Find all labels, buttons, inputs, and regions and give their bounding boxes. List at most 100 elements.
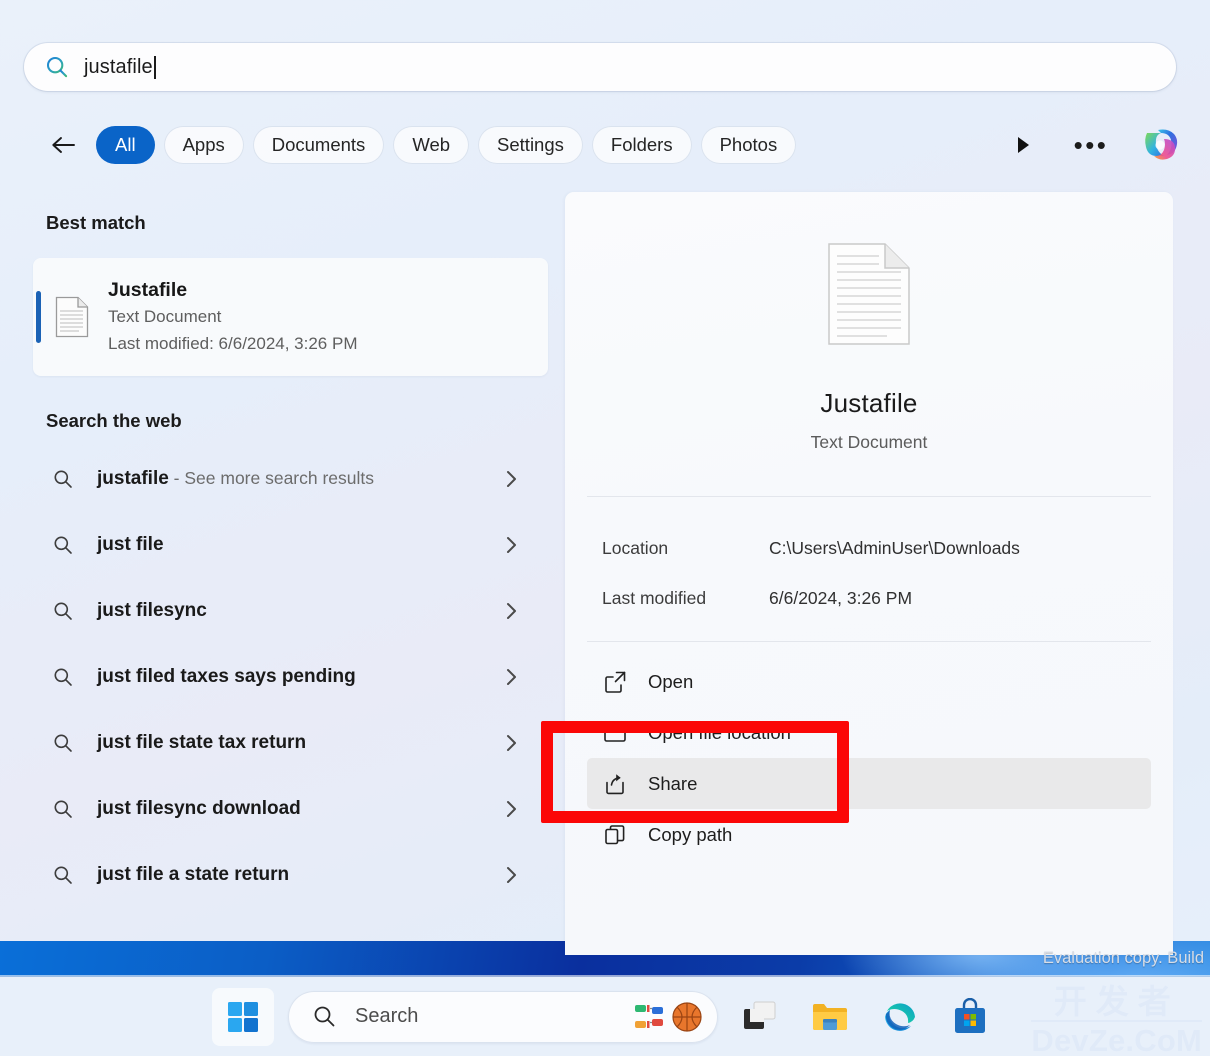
web-suggestion-label: just filed taxes says pending [97,666,356,687]
search-icon [46,56,68,78]
metadata-row-last-modified: Last modified 6/6/2024, 3:26 PM [565,573,1173,623]
metadata-value: 6/6/2024, 3:26 PM [769,587,913,608]
taskbar-search-placeholder: Search [355,1005,419,1027]
chevron-right-icon [507,603,516,619]
tab-label: Folders [610,134,673,155]
metadata-key: Location [602,537,669,558]
preview-icon-container [565,192,1173,346]
web-suggestion-label: justafile - See more search results [97,468,374,490]
basketball-icon [672,1001,702,1032]
search-box[interactable]: justafile [24,43,1176,91]
copilot-button[interactable] [1134,119,1186,171]
web-suggestion-label: just file state tax return [97,732,307,753]
action-open-file-location[interactable]: Open file location [587,707,1151,758]
microsoft-store-icon [955,997,985,1033]
tab-apps[interactable]: Apps [163,126,244,164]
list-item[interactable]: just file a state return [0,842,565,908]
preview-pane: Justafile Text Document Location C:\User… [565,192,1173,955]
best-match-modified: Last modified: 6/6/2024, 3:26 PM [108,334,358,354]
chevron-right-icon [507,735,516,751]
action-label: Copy path [648,823,733,845]
chevron-right-icon [507,537,516,553]
windows-start-icon [228,1001,258,1032]
tab-all[interactable]: All [96,126,155,164]
folder-icon [604,725,626,742]
evaluation-copy-watermark: Evaluation copy. Build [1042,949,1204,967]
chevron-right-icon [507,471,516,487]
chevron-right-icon [507,669,516,685]
file-explorer-icon [813,1003,847,1030]
share-icon [606,773,624,794]
microsoft-edge-icon [885,1002,915,1031]
tab-folders[interactable]: Folders [591,126,692,164]
list-item[interactable]: just file state tax return [0,710,565,776]
web-suggestion-label: just file [97,534,164,555]
filter-tabbar: All Apps Documents Web Settings Folders … [46,121,1186,169]
search-icon [54,668,72,686]
action-label: Open [648,670,694,692]
list-item[interactable]: just filesync download [0,776,565,842]
web-suggestion-label: just file a state return [97,864,290,885]
list-item[interactable]: just filesync [0,578,565,644]
search-icon [54,800,72,818]
text-document-icon [828,243,910,345]
tab-web[interactable]: Web [393,126,470,164]
copy-icon [605,824,625,844]
best-match-result[interactable]: Justafile Text Document Last modified: 6… [33,258,548,376]
preview-actions: Open Open file location Share Copy path [565,642,1173,860]
web-suggestion-suffix: - See more search results [168,468,375,488]
list-item[interactable]: just file [0,512,565,578]
preview-file-type: Text Document [810,432,928,452]
web-suggestion-query: justafile [97,468,169,489]
search-icon [54,734,72,752]
search-icon [54,602,72,620]
best-match-text: Justafile Text Document Last modified: 6… [108,276,358,358]
chevron-right-icon [507,801,516,817]
tab-label: Photos [719,134,778,155]
action-share[interactable]: Share [587,758,1151,809]
play-arrow-icon [1018,137,1029,153]
back-arrow-icon [52,137,75,153]
action-open[interactable]: Open [587,656,1151,707]
tab-label: Web [412,134,451,155]
web-suggestion-label: just filesync [97,600,207,621]
tab-photos[interactable]: Photos [700,126,797,164]
back-button[interactable] [46,127,82,163]
best-match-name: Justafile [108,279,188,301]
results-column: Best match Justafile Text Document Last … [0,190,565,940]
taskbar: Search [0,977,1210,1056]
best-match-heading: Best match [46,212,146,233]
list-item[interactable]: just filed taxes says pending [0,644,565,710]
tab-settings[interactable]: Settings [478,126,583,164]
preview-file-name: Justafile [820,388,918,418]
taskbar-item-file-explorer[interactable] [802,989,858,1045]
taskbar-item-task-view[interactable] [732,989,788,1045]
search-icon [314,1006,335,1027]
tab-documents[interactable]: Documents [252,126,385,164]
best-match-type: Text Document [108,307,222,327]
next-tabs-button[interactable] [1006,128,1040,162]
text-document-icon [55,296,89,338]
selection-indicator [36,291,41,343]
list-item[interactable]: justafile - See more search results [0,446,565,512]
search-the-web-heading: Search the web [46,410,182,431]
start-button[interactable] [212,987,274,1046]
taskbar-widgets[interactable] [634,1000,704,1034]
preview-metadata: Location C:\Users\AdminUser\Downloads La… [565,497,1173,623]
search-input-value[interactable]: justafile [84,55,156,79]
more-options-button[interactable]: ••• [1071,128,1111,162]
open-external-icon [605,671,626,693]
text-caret [153,55,156,79]
tab-label: Settings [497,134,564,155]
taskbar-item-microsoft-store[interactable] [942,989,998,1045]
taskbar-item-microsoft-edge[interactable] [872,989,928,1045]
metadata-key: Last modified [602,587,707,608]
search-icon [54,470,72,488]
task-view-icon [744,1001,776,1029]
tab-label: Documents [271,134,366,155]
search-query-text: justafile [84,55,153,78]
taskbar-search-box[interactable]: Search [288,990,718,1043]
action-copy-path[interactable]: Copy path [587,809,1151,860]
search-icon [54,536,72,554]
web-suggestion-list: justafile - See more search results just… [0,446,565,908]
